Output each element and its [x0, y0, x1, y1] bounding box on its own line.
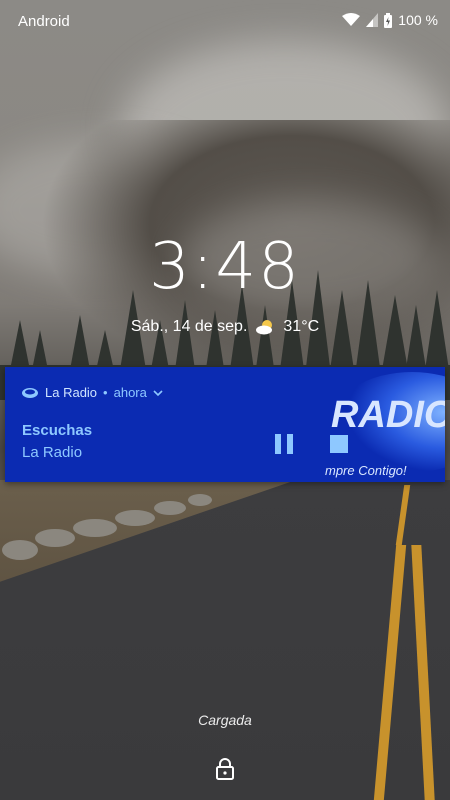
battery-charging-icon [384, 12, 393, 28]
notification-title: Escuchas [22, 422, 93, 439]
status-bar: Android 100 % [0, 0, 450, 44]
chevron-down-icon[interactable] [153, 389, 163, 397]
stop-icon[interactable] [328, 433, 350, 455]
station-artwork: RADIO mpre Contigo! [317, 367, 445, 482]
date-label: Sáb., 14 de sep. [130, 318, 248, 335]
notification-time: ahora [113, 385, 147, 400]
pause-icon[interactable] [271, 431, 297, 457]
svg-text:mpre Contigo!: mpre Contigo! [325, 463, 407, 478]
battery-percent: 100 % [398, 12, 438, 28]
temperature-label: 31°C [283, 318, 320, 335]
separator: • [103, 385, 108, 400]
app-name: La Radio [45, 385, 98, 400]
notification-header: La Radio • ahora [21, 385, 163, 400]
partly-cloudy-icon [256, 320, 273, 335]
clock: 3:48 [149, 230, 301, 304]
svg-text:RADIO: RADIO [331, 394, 445, 436]
wifi-icon [342, 13, 361, 26]
date-weather-line: Sáb., 14 de sep. 31°C [0, 318, 450, 336]
radio-app-icon [22, 387, 38, 398]
media-notification[interactable]: RADIO mpre Contigo! La Radio • ahora Esc… [5, 367, 445, 482]
notification-text: La Radio [22, 444, 83, 461]
cell-signal-icon [366, 13, 379, 27]
charging-status: Cargada [198, 712, 252, 728]
lock-icon[interactable] [213, 757, 237, 781]
carrier-label: Android [18, 13, 70, 30]
